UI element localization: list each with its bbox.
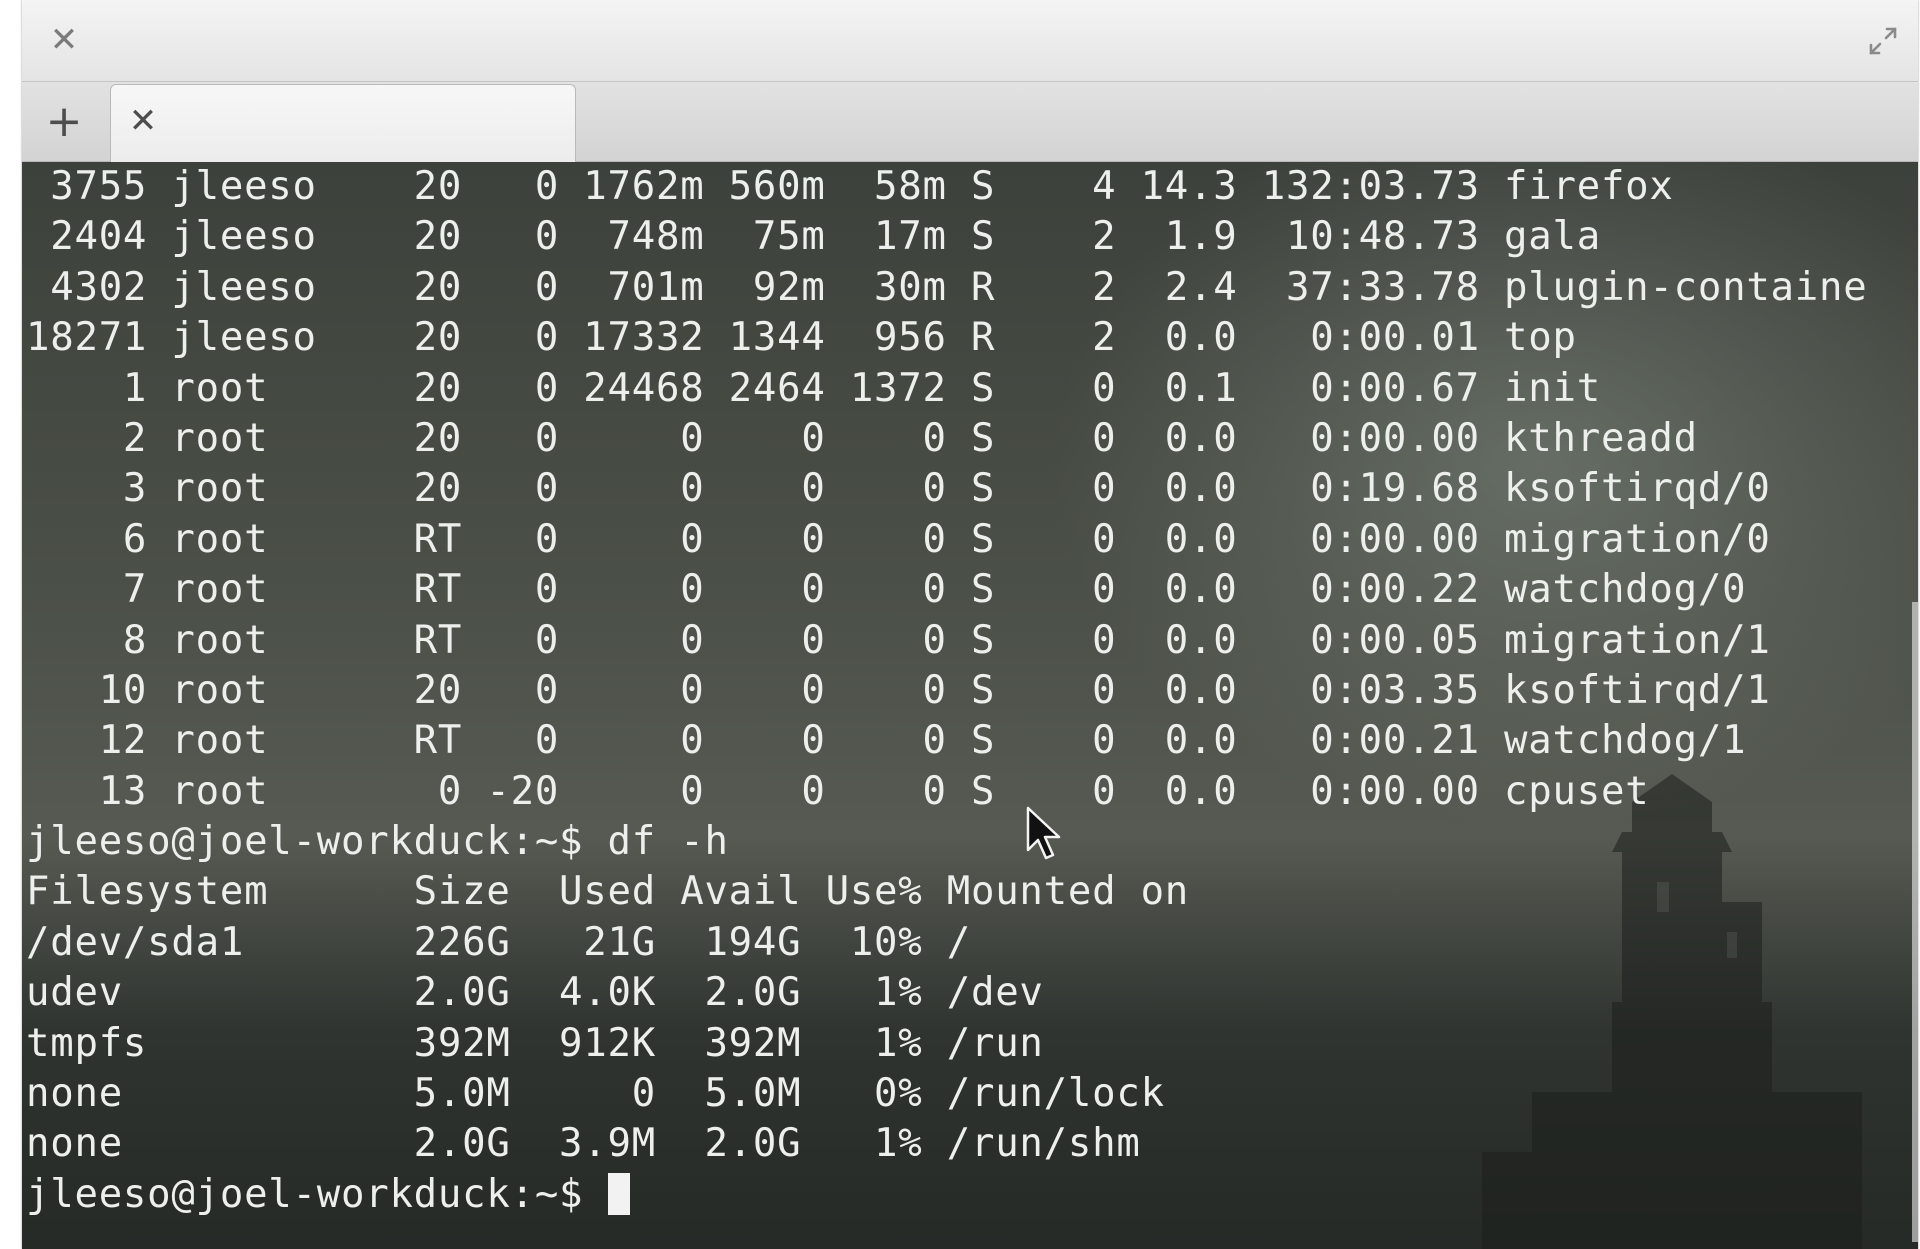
mouse-pointer-icon <box>1026 806 1061 860</box>
tab-label <box>181 109 551 137</box>
terminal-line: 10 root 20 0 0 0 0 S 0 0.0 0:03.35 ksoft… <box>26 667 1771 713</box>
terminal-line: 4302 jleeso 20 0 701m 92m 30m R 2 2.4 37… <box>26 264 1868 310</box>
scrollbar[interactable] <box>1912 602 1918 1242</box>
title-bar: ✕ <box>22 0 1918 82</box>
plus-icon[interactable]: + <box>42 100 86 144</box>
terminal-tab[interactable]: ✕ <box>110 84 576 163</box>
terminal-output: 3755 jleeso 20 0 1762m 560m 58m S 4 14.3… <box>26 162 1867 1220</box>
prompt-line[interactable]: jleeso@joel-workduck:~$ <box>26 1170 1867 1220</box>
terminal-line: 1 root 20 0 24468 2464 1372 S 0 0.1 0:00… <box>26 365 1601 411</box>
terminal-line: jleeso@joel-workduck:~$ df -h <box>26 819 729 865</box>
terminal-line: tmpfs 392M 912K 392M 1% /run <box>26 1020 1044 1066</box>
text-cursor <box>607 1172 630 1215</box>
terminal-line: 6 root RT 0 0 0 0 S 0 0.0 0:00.00 migrat… <box>26 516 1771 562</box>
tab-bar: + ✕ <box>22 82 1918 163</box>
terminal-line: 2 root 20 0 0 0 0 S 0 0.0 0:00.00 kthrea… <box>26 415 1698 461</box>
close-icon[interactable]: ✕ <box>46 22 82 58</box>
terminal-line: 18271 jleeso 20 0 17332 1344 956 R 2 0.0… <box>26 315 1577 361</box>
terminal-line: none 2.0G 3.9M 2.0G 1% /run/shm <box>26 1121 1141 1167</box>
terminal-line: udev 2.0G 4.0K 2.0G 1% /dev <box>26 970 1044 1016</box>
window-title <box>752 27 1192 55</box>
maximize-icon[interactable] <box>1866 24 1900 58</box>
terminal-line: 3755 jleeso 20 0 1762m 560m 58m S 4 14.3… <box>26 164 1674 209</box>
terminal-line: /dev/sda1 226G 21G 194G 10% / <box>26 919 971 965</box>
terminal-line: 7 root RT 0 0 0 0 S 0 0.0 0:00.22 watchd… <box>26 567 1747 613</box>
terminal-line: 2404 jleeso 20 0 748m 75m 17m S 2 1.9 10… <box>26 214 1601 260</box>
terminal-window: ✕ + ✕ 3755 jleeso 20 0 1762m 560m 58m S … <box>22 0 1918 1249</box>
terminal-line: 13 root 0 -20 0 0 0 S 0 0.0 0:00.00 cpus… <box>26 768 1650 814</box>
terminal-line: 3 root 20 0 0 0 0 S 0 0.0 0:19.68 ksofti… <box>26 466 1771 512</box>
terminal-line: Filesystem Size Used Avail Use% Mounted … <box>26 869 1190 915</box>
close-icon[interactable]: ✕ <box>125 103 161 139</box>
terminal-line: 12 root RT 0 0 0 0 S 0 0.0 0:00.21 watch… <box>26 718 1747 764</box>
terminal-viewport[interactable]: 3755 jleeso 20 0 1762m 560m 58m S 4 14.3… <box>22 162 1918 1249</box>
shell-prompt: jleeso@joel-workduck:~$ <box>26 1171 608 1217</box>
terminal-line: none 5.0M 0 5.0M 0% /run/lock <box>26 1071 1165 1117</box>
terminal-line: 8 root RT 0 0 0 0 S 0 0.0 0:00.05 migrat… <box>26 617 1771 663</box>
